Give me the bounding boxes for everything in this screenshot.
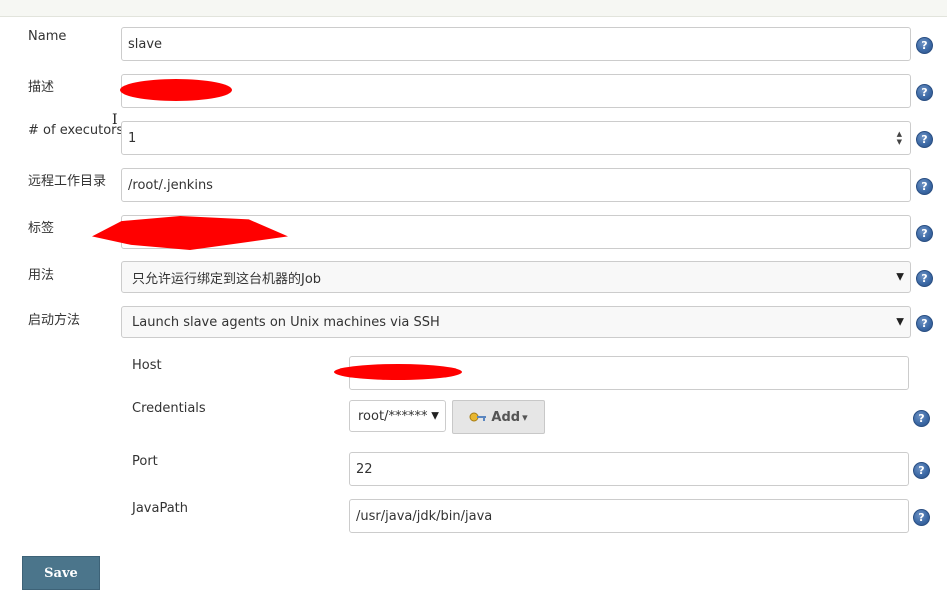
executors-value: 1 <box>128 130 137 146</box>
usage-select[interactable]: 只允许运行绑定到这台机器的Job ▼ <box>121 261 911 293</box>
launch-method-select[interactable]: Launch slave agents on Unix machines via… <box>121 306 911 338</box>
credentials-value: root/****** <box>358 408 428 424</box>
redaction-mark <box>120 79 232 101</box>
credentials-label: Credentials <box>132 401 206 416</box>
top-bar <box>0 0 947 17</box>
key-icon <box>469 412 487 422</box>
name-label: Name <box>28 29 67 44</box>
chevron-down-icon: ▼ <box>896 316 904 328</box>
port-help-icon[interactable]: ? <box>913 462 930 479</box>
caret-down-icon: ▾ <box>522 410 528 424</box>
chevron-down-icon: ▼ <box>431 410 439 422</box>
launch-method-value: Launch slave agents on Unix machines via… <box>132 314 440 330</box>
name-value: slave <box>128 36 163 52</box>
usage-value: 只允许运行绑定到这台机器的Job <box>132 271 322 287</box>
description-input[interactable] <box>121 74 911 108</box>
remote-root-input[interactable]: /root/.jenkins <box>121 168 911 202</box>
usage-label: 用法 <box>28 268 55 283</box>
description-label: 描述 <box>28 80 55 95</box>
launch-method-label: 启动方法 <box>28 313 81 328</box>
spin-up-icon[interactable]: ▲ <box>897 130 902 138</box>
chevron-down-icon: ▼ <box>896 271 904 283</box>
spin-down-icon[interactable]: ▼ <box>897 138 902 146</box>
remote-root-help-icon[interactable]: ? <box>916 178 933 195</box>
usage-help-icon[interactable]: ? <box>916 270 933 287</box>
launch-method-help-icon[interactable]: ? <box>916 315 933 332</box>
description-help-icon[interactable]: ? <box>916 84 933 101</box>
add-credentials-button[interactable]: Add ▾ <box>452 400 545 434</box>
remote-root-label: 远程工作目录 <box>28 174 107 189</box>
port-value: 22 <box>356 461 373 477</box>
executors-input[interactable]: 1 ▲ ▼ <box>121 121 911 155</box>
redaction-mark <box>334 364 462 380</box>
port-label: Port <box>132 454 158 469</box>
host-label: Host <box>132 358 162 373</box>
executors-label: # of executors <box>28 123 124 138</box>
name-input[interactable]: slave <box>121 27 911 61</box>
labels-label: 标签 <box>28 221 55 236</box>
credentials-select[interactable]: root/****** ▼ <box>349 400 446 432</box>
javapath-value: /usr/java/jdk/bin/java <box>356 508 493 524</box>
javapath-input[interactable]: /usr/java/jdk/bin/java <box>349 499 909 533</box>
port-input[interactable]: 22 <box>349 452 909 486</box>
number-spinner[interactable]: ▲ ▼ <box>897 130 902 146</box>
name-help-icon[interactable]: ? <box>916 37 933 54</box>
save-button[interactable]: Save <box>22 556 100 590</box>
add-button-label: Add <box>491 409 521 425</box>
remote-root-value: /root/.jenkins <box>128 177 213 193</box>
executors-help-icon[interactable]: ? <box>916 131 933 148</box>
javapath-label: JavaPath <box>132 501 189 516</box>
credentials-help-icon[interactable]: ? <box>913 410 930 427</box>
labels-help-icon[interactable]: ? <box>916 225 933 242</box>
javapath-help-icon[interactable]: ? <box>913 509 930 526</box>
